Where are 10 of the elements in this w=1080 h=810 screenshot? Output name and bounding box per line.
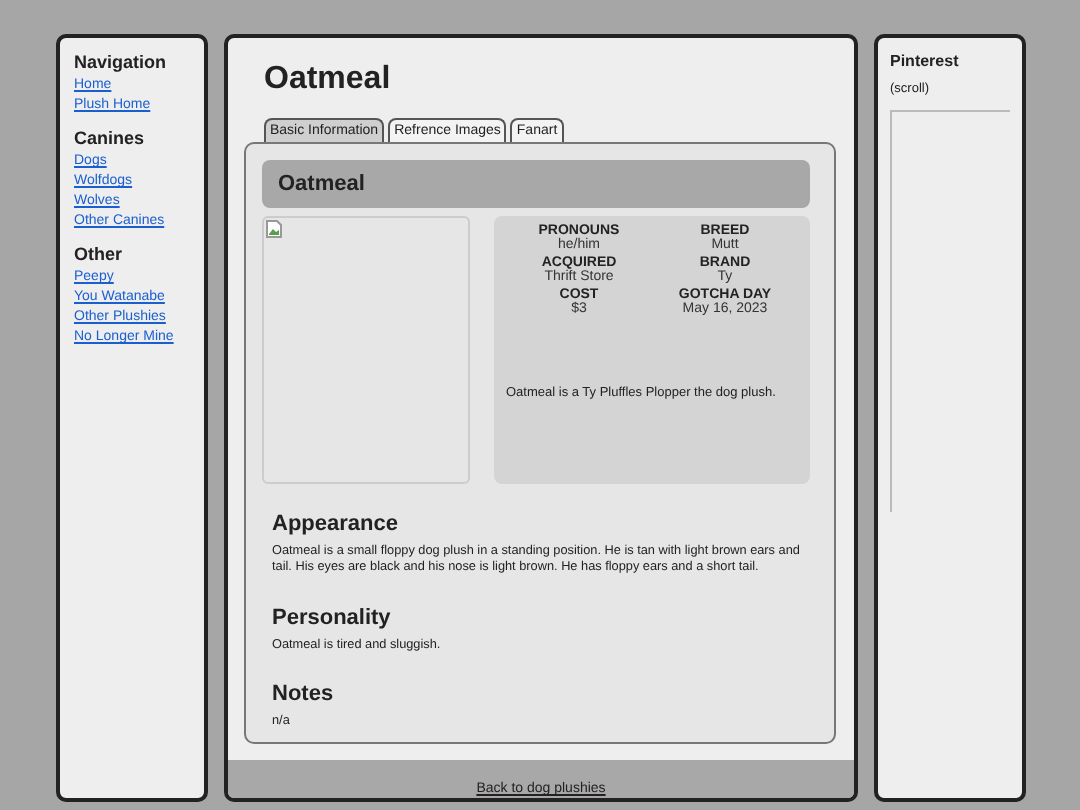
page-title: Oatmeal <box>264 62 393 98</box>
panel-title: Pinterest <box>890 52 961 70</box>
broken-image-icon <box>266 220 282 238</box>
sidebar-heading: Other <box>74 244 125 264</box>
sidebar-heading: Navigation <box>74 52 169 72</box>
card-header: Oatmeal <box>262 160 810 208</box>
sidebar-heading: Canines <box>74 128 147 148</box>
section-heading: Notes <box>272 681 336 706</box>
section-heading: Personality <box>272 605 393 630</box>
section-heading: Appearance <box>272 512 400 536</box>
